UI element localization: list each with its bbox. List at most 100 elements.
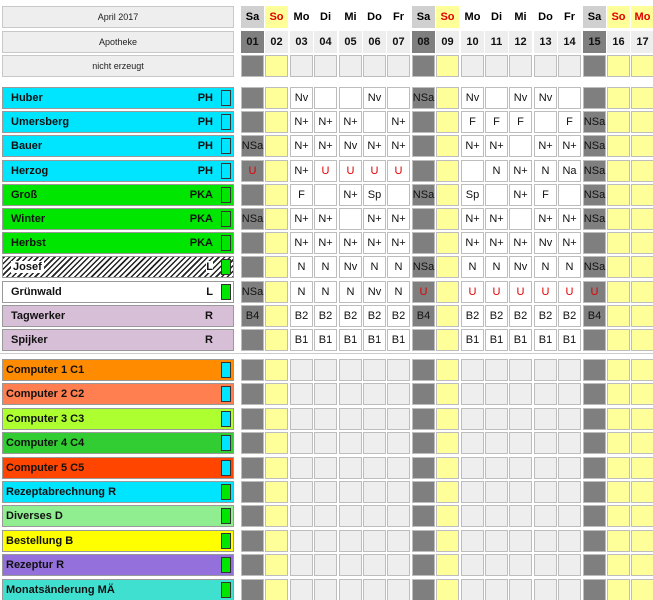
task-cell[interactable] (412, 457, 435, 479)
task-cell[interactable] (265, 579, 288, 600)
shift-cell[interactable]: N+ (314, 232, 337, 254)
shift-cell[interactable]: U (534, 281, 557, 303)
shift-cell[interactable] (436, 305, 459, 327)
shift-cell[interactable]: N+ (290, 111, 313, 133)
shift-cell[interactable]: NSa (583, 135, 606, 157)
shift-cell[interactable]: N+ (558, 135, 581, 157)
shift-cell[interactable]: N (314, 281, 337, 303)
shift-cell[interactable] (583, 232, 606, 254)
day-status-cell[interactable] (387, 55, 410, 77)
shift-cell[interactable] (265, 305, 288, 327)
shift-cell[interactable]: F (558, 111, 581, 133)
shift-cell[interactable]: U (339, 160, 362, 182)
day-status-cell[interactable] (241, 55, 264, 77)
shift-cell[interactable] (412, 160, 435, 182)
day-status-cell[interactable] (534, 55, 557, 77)
employee-row-groß[interactable]: Groß PKA (2, 184, 234, 206)
task-cell[interactable] (339, 383, 362, 405)
shift-cell[interactable]: B2 (485, 305, 508, 327)
shift-cell[interactable]: N+ (461, 232, 484, 254)
shift-cell[interactable] (631, 232, 653, 254)
task-cell[interactable] (314, 383, 337, 405)
task-cell[interactable] (607, 554, 630, 576)
task-cell[interactable] (436, 359, 459, 381)
task-cell[interactable] (314, 579, 337, 600)
task-cell[interactable] (485, 530, 508, 552)
task-cell[interactable] (583, 481, 606, 503)
shift-cell[interactable]: N+ (509, 184, 532, 206)
task-cell[interactable] (387, 481, 410, 503)
shift-cell[interactable]: B1 (314, 329, 337, 351)
shift-cell[interactable] (265, 329, 288, 351)
shift-cell[interactable] (631, 135, 653, 157)
shift-cell[interactable] (436, 256, 459, 278)
task-cell[interactable] (241, 457, 264, 479)
task-cell[interactable] (607, 481, 630, 503)
task-cell[interactable] (314, 432, 337, 454)
shift-cell[interactable]: N (534, 160, 557, 182)
shift-cell[interactable]: F (290, 184, 313, 206)
shift-cell[interactable]: N+ (387, 208, 410, 230)
task-cell[interactable] (314, 408, 337, 430)
shift-cell[interactable]: N+ (314, 135, 337, 157)
shift-cell[interactable]: N (558, 256, 581, 278)
task-cell[interactable] (412, 383, 435, 405)
shift-cell[interactable] (436, 208, 459, 230)
task-cell[interactable] (461, 432, 484, 454)
shift-cell[interactable] (631, 160, 653, 182)
task-cell[interactable] (509, 383, 532, 405)
task-cell[interactable] (558, 554, 581, 576)
shift-cell[interactable]: NSa (412, 184, 435, 206)
task-cell[interactable] (534, 530, 557, 552)
shift-cell[interactable]: B1 (363, 329, 386, 351)
task-cell[interactable] (607, 457, 630, 479)
shift-cell[interactable] (436, 329, 459, 351)
shift-cell[interactable]: NSa (583, 111, 606, 133)
shift-cell[interactable]: N+ (290, 232, 313, 254)
task-cell[interactable] (387, 383, 410, 405)
task-cell[interactable] (607, 408, 630, 430)
shift-cell[interactable]: Nv (509, 87, 532, 109)
shift-cell[interactable]: B2 (461, 305, 484, 327)
shift-cell[interactable]: B2 (290, 305, 313, 327)
task-cell[interactable] (290, 432, 313, 454)
shift-cell[interactable]: N+ (387, 135, 410, 157)
shift-cell[interactable]: B1 (558, 329, 581, 351)
task-cell[interactable] (583, 554, 606, 576)
shift-cell[interactable]: Nv (534, 87, 557, 109)
task-cell[interactable] (241, 359, 264, 381)
day-status-cell[interactable] (339, 55, 362, 77)
task-cell[interactable] (631, 579, 653, 600)
task-cell[interactable] (509, 505, 532, 527)
shift-cell[interactable] (436, 160, 459, 182)
shift-cell[interactable] (631, 281, 653, 303)
shift-cell[interactable]: Sp (363, 184, 386, 206)
task-cell[interactable] (241, 432, 264, 454)
task-cell[interactable] (265, 408, 288, 430)
task-cell[interactable] (412, 554, 435, 576)
shift-cell[interactable]: U (509, 281, 532, 303)
task-cell[interactable] (314, 457, 337, 479)
shift-cell[interactable]: Nv (534, 232, 557, 254)
shift-cell[interactable]: U (241, 160, 264, 182)
shift-cell[interactable]: B1 (485, 329, 508, 351)
task-cell[interactable] (339, 432, 362, 454)
task-cell[interactable] (290, 554, 313, 576)
task-cell[interactable] (436, 408, 459, 430)
task-cell[interactable] (387, 579, 410, 600)
task-cell[interactable] (534, 432, 557, 454)
task-row-9[interactable]: Rezeptur R (2, 554, 234, 576)
shift-cell[interactable]: Nv (363, 281, 386, 303)
task-cell[interactable] (290, 481, 313, 503)
shift-cell[interactable]: B4 (583, 305, 606, 327)
day-status-cell[interactable] (558, 55, 581, 77)
task-cell[interactable] (607, 359, 630, 381)
task-cell[interactable] (290, 579, 313, 600)
task-cell[interactable] (461, 530, 484, 552)
shift-cell[interactable]: N+ (290, 135, 313, 157)
shift-cell[interactable] (265, 184, 288, 206)
task-cell[interactable] (387, 457, 410, 479)
task-row-8[interactable]: Bestellung B (2, 530, 234, 552)
shift-cell[interactable]: N+ (314, 208, 337, 230)
shift-cell[interactable] (607, 208, 630, 230)
